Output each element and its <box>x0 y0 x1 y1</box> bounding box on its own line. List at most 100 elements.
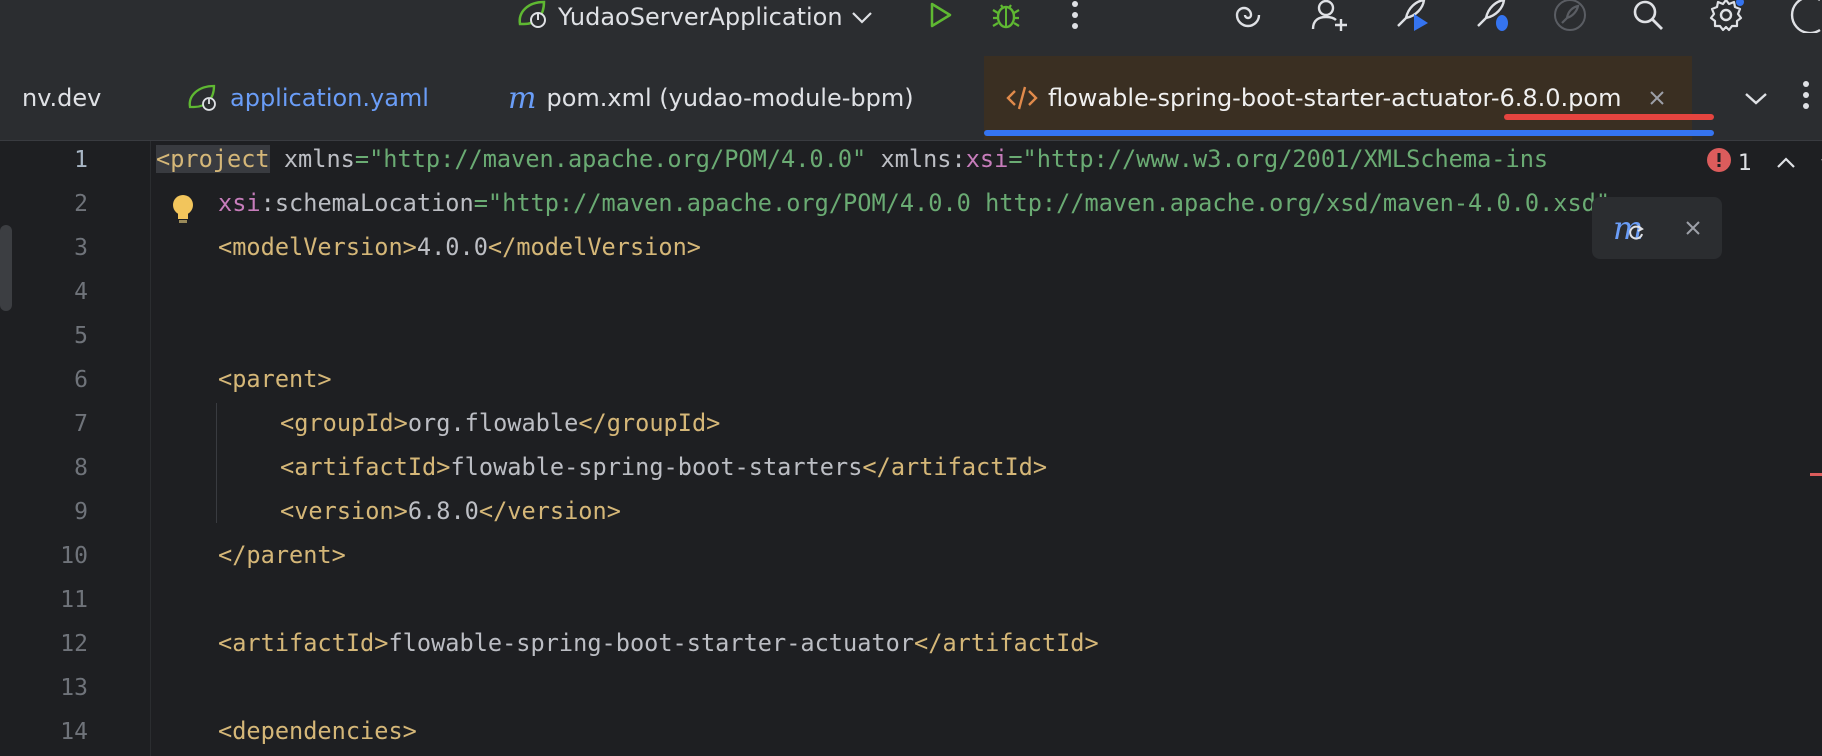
code-token: <artifactId> <box>218 629 389 657</box>
line-number: 3 <box>74 235 88 261</box>
code-token: xmlns: <box>866 145 966 173</box>
line-number: 1 <box>74 147 88 173</box>
more-actions-button[interactable] <box>1060 0 1090 34</box>
code-line-1: <project xmlns="http://maven.apache.org/… <box>156 145 1548 173</box>
code-editor[interactable]: 1 2 3 4 5 6 7 8 9 10 11 12 13 14 <projec… <box>0 141 1822 756</box>
code-token: <groupId> <box>280 409 408 437</box>
code-token: = <box>1008 145 1023 173</box>
code-token: </groupId> <box>578 409 721 437</box>
line-number: 9 <box>74 499 88 525</box>
tab-env-dev[interactable]: nv.dev <box>22 56 101 140</box>
code-token: flowable-spring-boot-starters <box>450 453 863 481</box>
code-token: </version> <box>478 497 621 525</box>
line-number: 12 <box>60 631 88 657</box>
code-token: flowable-spring-boot-starter-actuator <box>388 629 915 657</box>
editor-tab-bar: nv.dev application.yaml m pom.xml (yudao… <box>0 56 1822 141</box>
rocket-debug-icon <box>1472 0 1512 36</box>
code-token: "http://www.w3.org/2001/XMLSchema-ins <box>1022 145 1549 173</box>
code-token: <modelVersion> <box>218 233 417 261</box>
code-token: </parent> <box>218 541 346 569</box>
tabs-more-button[interactable] <box>1790 56 1822 140</box>
settings-button[interactable] <box>1706 0 1746 34</box>
more-vertical-icon <box>1071 0 1079 34</box>
error-stripe-marker[interactable] <box>1810 473 1822 476</box>
add-user-button[interactable] <box>1310 0 1350 34</box>
code-token: "http://maven.apache.org/POM/4.0.0" <box>369 145 867 173</box>
ai-assistant-button[interactable] <box>1228 0 1268 34</box>
deploy-run-button[interactable] <box>1390 0 1434 34</box>
code-token: org.flowable <box>407 409 579 437</box>
code-token: </artifactId> <box>914 629 1099 657</box>
code-token: <artifactId> <box>280 453 451 481</box>
code-line-6: <parent> <box>218 365 332 393</box>
chevron-down-icon <box>851 3 873 31</box>
code-token: <project <box>156 145 270 173</box>
deploy-button-disabled[interactable] <box>1548 0 1592 34</box>
close-icon[interactable] <box>1649 90 1665 106</box>
error-icon <box>1706 147 1732 179</box>
add-user-icon <box>1311 0 1349 35</box>
code-token: </artifactId> <box>862 453 1048 481</box>
inspection-widget[interactable]: 1 <box>1700 147 1822 179</box>
chevron-down-icon <box>1744 84 1768 112</box>
run-icon <box>926 1 954 33</box>
indent-guide <box>216 403 217 523</box>
left-scrollbar[interactable] <box>0 225 12 311</box>
error-count: 1 <box>1738 150 1752 176</box>
tab-pom-xml[interactable]: m pom.xml (yudao-module-bpm) <box>508 56 914 140</box>
line-number: 13 <box>60 675 88 701</box>
tab-application-yaml[interactable]: application.yaml <box>186 56 429 140</box>
main-toolbar: YudaoServerApplication <box>0 0 1822 57</box>
xml-code-icon <box>1006 85 1038 111</box>
code-token: <parent> <box>218 365 332 393</box>
code-token: = <box>354 145 370 173</box>
line-number: 11 <box>60 587 88 613</box>
chevron-up-icon[interactable] <box>1776 157 1796 169</box>
code-token: "http://maven.apache.org/POM/4.0.0 http:… <box>487 189 1611 217</box>
maven-icon: m <box>508 80 537 116</box>
code-token: 6.8.0 <box>407 497 479 525</box>
deploy-debug-button[interactable] <box>1470 0 1514 34</box>
line-number: 4 <box>74 279 88 305</box>
notifications-button[interactable] <box>1780 0 1822 37</box>
search-icon <box>1631 0 1665 36</box>
code-token: :schemaLocation <box>260 189 474 217</box>
code-token: = <box>473 189 488 217</box>
search-button[interactable] <box>1628 0 1668 34</box>
tab-label: application.yaml <box>230 84 429 112</box>
code-token: 4.0.0 <box>416 233 488 261</box>
maven-reload-popup: m <box>1592 197 1722 259</box>
line-number: 8 <box>74 455 88 481</box>
run-configuration-selector[interactable]: YudaoServerApplication <box>514 0 873 34</box>
code-token: xsi <box>965 145 1009 173</box>
code-token: <version> <box>280 497 408 525</box>
code-token: <dependencies> <box>218 717 417 745</box>
run-configuration-name: YudaoServerApplication <box>558 3 843 31</box>
code-line-2: xsi:schemaLocation="http://maven.apache.… <box>218 189 1624 217</box>
tab-flowable-pom-active[interactable]: flowable-spring-boot-starter-actuator-6.… <box>984 56 1692 140</box>
close-icon[interactable] <box>1685 220 1701 236</box>
rocket-disabled-icon <box>1551 0 1589 36</box>
code-line-14: <dependencies> <box>218 717 417 745</box>
rocket-run-icon <box>1392 0 1432 36</box>
run-button[interactable] <box>920 0 960 34</box>
circle-icon <box>1780 0 1822 37</box>
gutter-separator <box>150 141 151 756</box>
code-line-9: <version>6.8.0</version> <box>280 497 621 525</box>
maven-reload-icon[interactable]: m <box>1613 209 1644 247</box>
more-vertical-icon <box>1802 80 1810 116</box>
tab-label: pom.xml (yudao-module-bpm) <box>546 84 914 112</box>
code-line-3: <modelVersion>4.0.0</modelVersion> <box>218 233 701 261</box>
spiral-icon <box>1231 0 1265 34</box>
code-line-10: </parent> <box>218 541 346 569</box>
line-number: 14 <box>60 719 88 745</box>
code-line-12: <artifactId>flowable-spring-boot-starter… <box>218 629 1099 657</box>
line-number: 2 <box>74 191 88 217</box>
line-number: 6 <box>74 367 88 393</box>
code-line-7: <groupId>org.flowable</groupId> <box>280 409 720 437</box>
lightbulb-icon[interactable] <box>170 193 196 229</box>
debug-button[interactable] <box>986 0 1026 34</box>
code-token: xmlns <box>269 145 355 173</box>
spring-boot-icon <box>186 83 220 113</box>
tab-list-dropdown[interactable] <box>1736 56 1776 140</box>
